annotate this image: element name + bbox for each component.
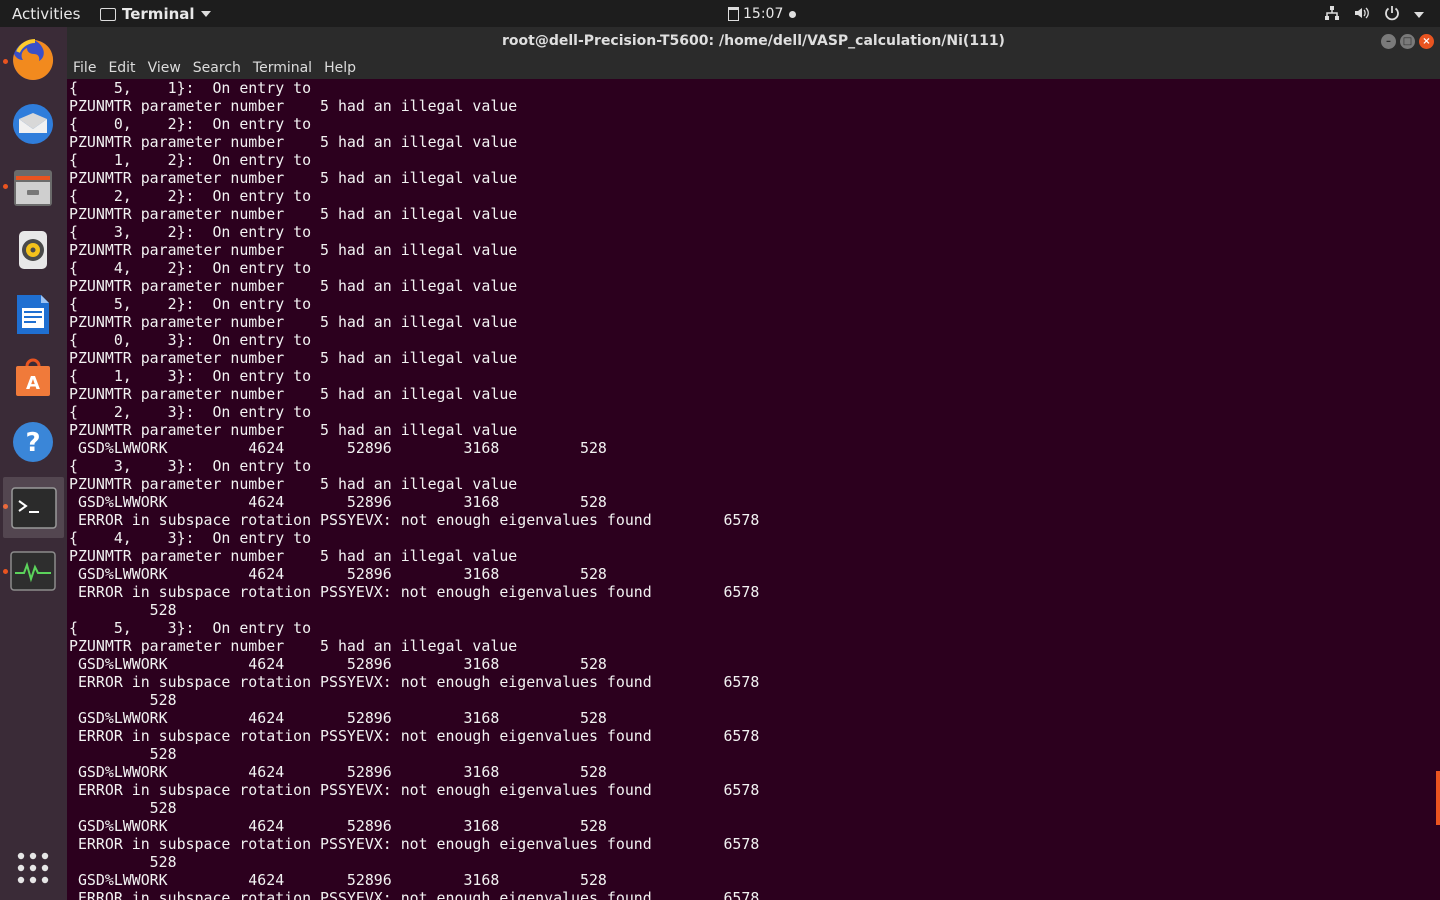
terminal-line: { 1, 2}: On entry to [69, 151, 312, 169]
terminal-line: PZUNMTR parameter number 5 had an illega… [69, 349, 518, 367]
terminal-line: GSD%LWWORK 4624 52896 3168 528 [69, 439, 607, 457]
terminal-line: PZUNMTR parameter number 5 had an illega… [69, 313, 518, 331]
software-center-icon[interactable]: A [8, 353, 58, 403]
terminal-line: GSD%LWWORK 4624 52896 3168 528 [69, 565, 607, 583]
terminal-icon[interactable] [3, 477, 64, 538]
minimize-button[interactable]: – [1381, 34, 1396, 49]
power-icon[interactable] [1384, 5, 1400, 24]
chevron-down-icon [200, 11, 211, 17]
thunderbird-icon[interactable] [8, 99, 58, 149]
libreoffice-writer-icon[interactable] [8, 289, 58, 339]
activities-button[interactable]: Activities [12, 5, 80, 23]
terminal-line: { 1, 3}: On entry to [69, 367, 312, 385]
terminal-line: { 2, 2}: On entry to [69, 187, 312, 205]
terminal-line: ERROR in subspace rotation PSSYEVX: not … [69, 727, 760, 745]
top-bar: Activities Terminal 15:07 [0, 0, 1440, 27]
app-menu-label: Terminal [122, 5, 195, 23]
svg-text:?: ? [25, 428, 40, 458]
terminal-line: PZUNMTR parameter number 5 had an illega… [69, 277, 518, 295]
firefox-icon[interactable] [8, 35, 58, 85]
terminal-line: { 5, 3}: On entry to [69, 619, 312, 637]
rhythmbox-icon[interactable] [8, 225, 58, 275]
menu-search[interactable]: Search [187, 60, 247, 76]
chevron-down-icon[interactable] [1414, 11, 1424, 18]
terminal-line: { 3, 2}: On entry to [69, 223, 312, 241]
terminal-app-icon [100, 7, 116, 21]
terminal-line: PZUNMTR parameter number 5 had an illega… [69, 241, 518, 259]
terminal-line: GSD%LWWORK 4624 52896 3168 528 [69, 817, 607, 835]
terminal-line: ERROR in subspace rotation PSSYEVX: not … [69, 835, 760, 853]
terminal-view[interactable]: { 5, 1}: On entry to PZUNMTR parameter nu… [67, 79, 1440, 900]
system-tray [1324, 5, 1424, 24]
terminal-line: PZUNMTR parameter number 5 had an illega… [69, 421, 518, 439]
window-title: root@dell-Precision-T5600: /home/dell/VA… [502, 33, 1005, 49]
menu-edit[interactable]: Edit [102, 60, 141, 76]
calendar-icon [728, 7, 739, 21]
terminal-line: PZUNMTR parameter number 5 had an illega… [69, 169, 518, 187]
terminal-line: GSD%LWWORK 4624 52896 3168 528 [69, 709, 607, 727]
terminal-line: GSD%LWWORK 4624 52896 3168 528 [69, 763, 607, 781]
menu-terminal[interactable]: Terminal [247, 60, 318, 76]
terminal-line: ERROR in subspace rotation PSSYEVX: not … [69, 673, 760, 691]
terminal-line: 528 [69, 691, 177, 709]
terminal-line: ERROR in subspace rotation PSSYEVX: not … [69, 583, 760, 601]
terminal-line: { 0, 3}: On entry to [69, 331, 312, 349]
window-controls: – □ × [1381, 34, 1434, 49]
terminal-line: { 0, 2}: On entry to [69, 115, 312, 133]
menu-bar: File Edit View Search Terminal Help [67, 57, 1440, 79]
terminal-line: GSD%LWWORK 4624 52896 3168 528 [69, 493, 607, 511]
app-menu[interactable]: Terminal [100, 5, 211, 23]
files-icon[interactable] [8, 163, 58, 213]
terminal-line: PZUNMTR parameter number 5 had an illega… [69, 205, 518, 223]
terminal-line: { 5, 1}: On entry to [69, 79, 312, 97]
terminal-line: PZUNMTR parameter number 5 had an illega… [69, 475, 518, 493]
terminal-line: 528 [69, 799, 177, 817]
dock: A ? [0, 27, 67, 900]
terminal-output: { 5, 1}: On entry to PZUNMTR parameter nu… [67, 79, 1440, 900]
terminal-line: { 3, 3}: On entry to [69, 457, 312, 475]
terminal-line: { 2, 3}: On entry to [69, 403, 312, 421]
svg-text:A: A [26, 373, 40, 394]
terminal-line: { 4, 2}: On entry to [69, 259, 312, 277]
terminal-line: PZUNMTR parameter number 5 had an illega… [69, 385, 518, 403]
terminal-line: 528 [69, 601, 177, 619]
help-icon[interactable]: ? [8, 417, 58, 467]
terminal-line: { 5, 2}: On entry to [69, 295, 312, 313]
menu-help[interactable]: Help [318, 60, 362, 76]
clock[interactable]: 15:07 [728, 6, 797, 22]
terminal-line: ERROR in subspace rotation PSSYEVX: not … [69, 889, 760, 900]
terminal-line: PZUNMTR parameter number 5 had an illega… [69, 133, 518, 151]
terminal-line: ERROR in subspace rotation PSSYEVX: not … [69, 511, 760, 529]
terminal-line: 528 [69, 745, 177, 763]
terminal-line: GSD%LWWORK 4624 52896 3168 528 [69, 871, 607, 889]
clock-time: 15:07 [743, 6, 784, 22]
network-icon[interactable] [1324, 5, 1340, 24]
scrollbar-thumb[interactable] [1436, 771, 1440, 825]
menu-file[interactable]: File [67, 60, 102, 76]
terminal-line: 528 [69, 853, 177, 871]
terminal-line: PZUNMTR parameter number 5 had an illega… [69, 97, 518, 115]
terminal-line: GSD%LWWORK 4624 52896 3168 528 [69, 655, 607, 673]
show-applications-icon[interactable] [8, 843, 58, 893]
terminal-line: PZUNMTR parameter number 5 had an illega… [69, 547, 518, 565]
notification-dot-icon [789, 10, 797, 18]
system-monitor-icon[interactable] [8, 546, 58, 596]
menu-view[interactable]: View [142, 60, 187, 76]
terminal-line: ERROR in subspace rotation PSSYEVX: not … [69, 781, 760, 799]
terminal-line: PZUNMTR parameter number 5 had an illega… [69, 637, 518, 655]
maximize-button[interactable]: □ [1400, 34, 1415, 49]
terminal-line: { 4, 3}: On entry to [69, 529, 312, 547]
close-button[interactable]: × [1419, 34, 1434, 49]
window-titlebar[interactable]: root@dell-Precision-T5600: /home/dell/VA… [67, 27, 1440, 57]
volume-icon[interactable] [1354, 5, 1370, 24]
